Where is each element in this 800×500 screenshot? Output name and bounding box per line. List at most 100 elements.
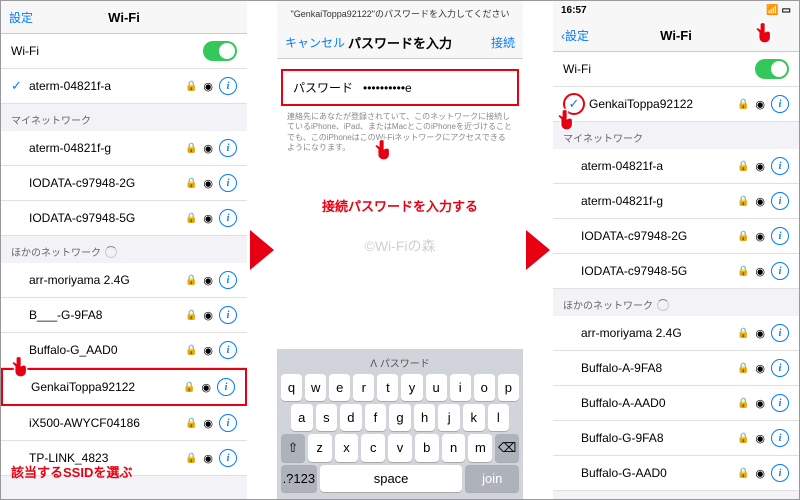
wifi-toggle-row: Wi-Fi	[1, 34, 247, 69]
key[interactable]: g	[389, 404, 411, 431]
info-icon[interactable]: i	[771, 324, 789, 342]
lock-icon: 🔒	[737, 468, 749, 479]
hand-pointer-icon	[372, 136, 400, 167]
keyboard-hint: ᐱ パスワード	[281, 353, 519, 374]
wifi-toggle[interactable]	[203, 41, 237, 61]
network-row[interactable]: B___-G-9FA8🔒◉i	[1, 298, 247, 333]
info-icon[interactable]: i	[219, 414, 237, 432]
network-row[interactable]: Buffalo-A-9FA8🔒◉i	[553, 351, 799, 386]
key[interactable]: l	[488, 404, 510, 431]
network-row[interactable]: Buffalo-G-AAD0🔒◉i	[553, 456, 799, 491]
password-row[interactable]: パスワード ••••••••••e	[281, 69, 519, 106]
wifi-toggle[interactable]	[755, 59, 789, 79]
connected-network-row[interactable]: ✓ GenkaiToppa92122 🔒◉i	[553, 87, 799, 122]
info-icon[interactable]: i	[219, 341, 237, 359]
lock-icon: 🔒	[185, 213, 197, 224]
lock-icon: 🔒	[737, 99, 749, 110]
password-field[interactable]: ••••••••••e	[363, 81, 412, 95]
section-other-networks: ほかのネットワーク	[1, 236, 247, 263]
network-row[interactable]: Buffalo-G_AAD0🔒◉i	[1, 333, 247, 368]
info-icon[interactable]: i	[219, 139, 237, 157]
key[interactable]: r	[353, 374, 374, 401]
info-icon[interactable]: i	[219, 306, 237, 324]
key[interactable]: ⇧	[281, 434, 305, 462]
key[interactable]: b	[415, 434, 439, 462]
wifi-icon: ◉	[203, 452, 213, 465]
connect-button[interactable]: 接続	[491, 34, 515, 51]
network-name: aterm-04821f-g	[29, 141, 185, 155]
network-row[interactable]: Buffalo-G-9FA8🔒◉i	[553, 421, 799, 456]
key[interactable]: p	[498, 374, 519, 401]
key[interactable]: q	[281, 374, 302, 401]
key[interactable]: o	[474, 374, 495, 401]
info-icon[interactable]: i	[219, 209, 237, 227]
key[interactable]: v	[388, 434, 412, 462]
network-row[interactable]: Buffalo-A-AAD0🔒◉i	[553, 386, 799, 421]
info-icon[interactable]: i	[771, 95, 789, 113]
network-name: Buffalo-G-9FA8	[581, 431, 737, 445]
network-name: B___-G-9FA8	[29, 308, 185, 322]
key[interactable]: t	[377, 374, 398, 401]
network-name: GenkaiToppa92122	[589, 97, 737, 111]
network-row[interactable]: IODATA-c97948-2G🔒◉i	[553, 219, 799, 254]
key[interactable]: z	[308, 434, 332, 462]
key[interactable]: s	[316, 404, 338, 431]
network-row[interactable]: IODATA-c97948-5G🔒◉i	[1, 201, 247, 236]
key[interactable]: a	[291, 404, 313, 431]
info-icon[interactable]: i	[219, 174, 237, 192]
network-row[interactable]: aterm-04821f-g🔒◉i	[1, 131, 247, 166]
key-join[interactable]: join	[465, 465, 519, 492]
info-icon[interactable]: i	[219, 77, 237, 95]
key-space[interactable]: space	[320, 465, 463, 492]
connected-network-row[interactable]: ✓ aterm-04821f-a 🔒◉i	[1, 69, 247, 104]
info-icon[interactable]: i	[771, 464, 789, 482]
back-button[interactable]: 設定	[9, 9, 33, 26]
key[interactable]: ⌫	[495, 434, 519, 462]
info-icon[interactable]: i	[771, 157, 789, 175]
network-row[interactable]: iX500-AWYCF04186🔒◉i	[1, 406, 247, 441]
info-icon[interactable]: i	[771, 262, 789, 280]
status-icons: 📶 ▭	[766, 5, 791, 16]
checkmark-icon: ✓	[11, 78, 25, 94]
key[interactable]: f	[365, 404, 387, 431]
lock-icon: 🔒	[185, 275, 197, 286]
network-row[interactable]: arr-moriyama 2.4G🔒◉i	[553, 316, 799, 351]
lock-icon: 🔒	[737, 161, 749, 172]
key[interactable]: k	[463, 404, 485, 431]
info-icon[interactable]: i	[771, 227, 789, 245]
key[interactable]: u	[426, 374, 447, 401]
network-row[interactable]: IODATA-c97948-2G🔒◉i	[1, 166, 247, 201]
network-row[interactable]: IODATA-c97948-5G🔒◉i	[553, 254, 799, 289]
lock-icon: 🔒	[737, 231, 749, 242]
key[interactable]: x	[335, 434, 359, 462]
network-row[interactable]: aterm-04821f-a🔒◉i	[553, 149, 799, 184]
key[interactable]: n	[442, 434, 466, 462]
info-icon[interactable]: i	[219, 449, 237, 467]
key[interactable]: y	[401, 374, 422, 401]
network-row[interactable]: GenkaiToppa92122🔒◉i	[1, 368, 247, 406]
key[interactable]: j	[438, 404, 460, 431]
caption-select-ssid: 該当するSSIDを選ぶ	[11, 462, 132, 481]
cancel-button[interactable]: キャンセル	[285, 34, 345, 51]
key[interactable]: h	[414, 404, 436, 431]
info-icon[interactable]: i	[771, 192, 789, 210]
key[interactable]: m	[468, 434, 492, 462]
info-icon[interactable]: i	[771, 359, 789, 377]
info-icon[interactable]: i	[771, 394, 789, 412]
key[interactable]: e	[329, 374, 350, 401]
section-my-networks: マイネットワーク	[1, 104, 247, 131]
network-row[interactable]: arr-moriyama 2.4G🔒◉i	[1, 263, 247, 298]
lock-icon: 🔒	[737, 196, 749, 207]
key[interactable]: i	[450, 374, 471, 401]
network-row[interactable]: aterm-04821f-g🔒◉i	[553, 184, 799, 219]
wifi-icon: ◉	[755, 98, 765, 111]
info-icon[interactable]: i	[219, 271, 237, 289]
info-icon[interactable]: i	[217, 378, 235, 396]
wifi-icon: ◉	[203, 212, 213, 225]
info-icon[interactable]: i	[771, 429, 789, 447]
key[interactable]: d	[340, 404, 362, 431]
key[interactable]: w	[305, 374, 326, 401]
key[interactable]: c	[361, 434, 385, 462]
back-button[interactable]: ‹設定	[561, 27, 589, 44]
key-mode[interactable]: .?123	[281, 465, 317, 492]
